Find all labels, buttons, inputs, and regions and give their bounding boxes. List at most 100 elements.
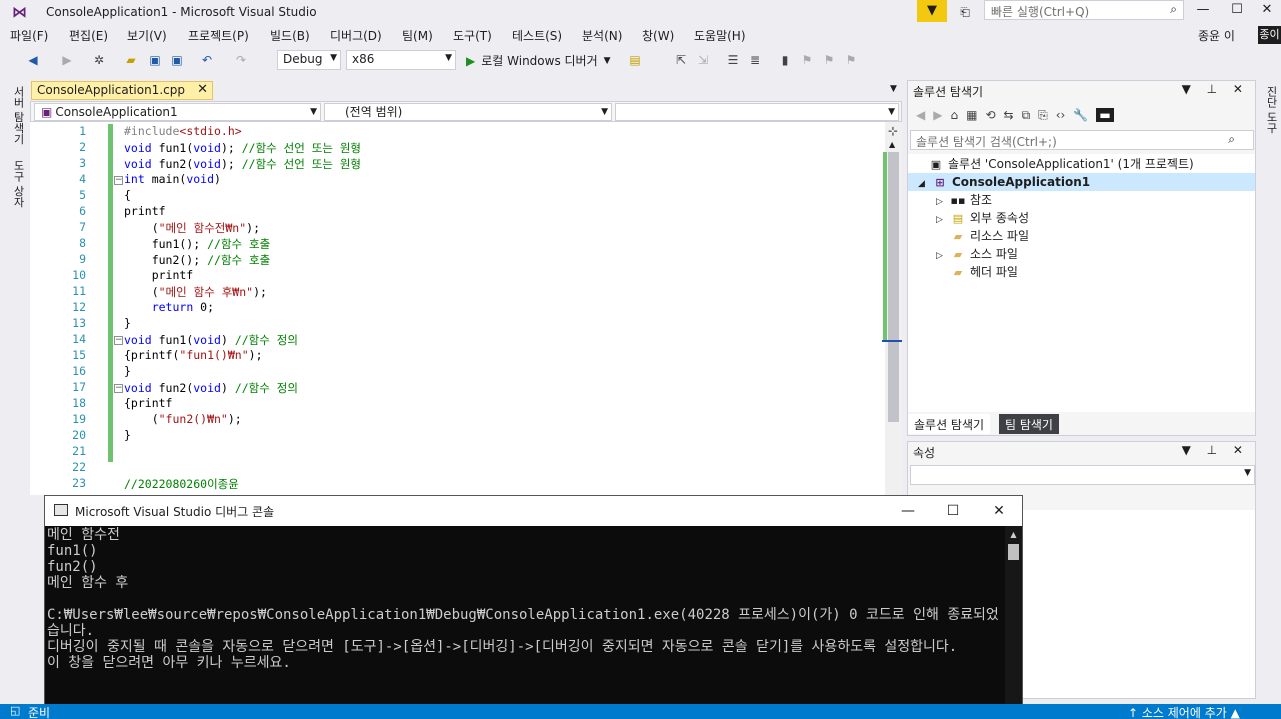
view-code-icon[interactable]: ‹› <box>1056 108 1066 122</box>
scroll-up-icon[interactable]: ▲ <box>889 140 895 149</box>
menu-analyze[interactable]: 분석(N) <box>582 27 622 44</box>
forward-icon[interactable]: ▶ <box>58 51 76 69</box>
step-over-icon[interactable]: ⇲ <box>694 51 712 69</box>
console-close-button[interactable]: ✕ <box>979 501 1019 521</box>
menu-file[interactable]: 파일(F) <box>10 27 48 44</box>
tree-item-header-files[interactable]: ▰ 헤더 파일 <box>936 263 1018 281</box>
tab-list-dropdown-icon[interactable]: ▼ <box>890 84 897 94</box>
scroll-up-icon[interactable]: ▲ <box>1005 526 1022 543</box>
close-tab-icon[interactable]: ✕ <box>197 82 208 97</box>
toolbox-tab[interactable]: 도구 상자 <box>8 156 26 212</box>
code-line: int main(void) <box>124 172 221 186</box>
line-number: 14 <box>72 332 86 346</box>
solution-platform-select[interactable]: x86 ▼ <box>346 50 456 70</box>
start-debugging-button[interactable]: ▶ 로컬 Windows 디버거 ▼ <box>466 52 611 69</box>
save-icon[interactable]: ▣ <box>146 51 164 69</box>
line-number: 5 <box>79 188 86 202</box>
split-editor-icon[interactable]: ⊹ <box>888 124 898 138</box>
quick-launch-input[interactable]: 빠른 실행(Ctrl+Q) ⌕ <box>984 0 1184 20</box>
user-account[interactable]: 종윤 이 <box>1198 27 1235 44</box>
collapse-icon[interactable]: − <box>114 336 123 345</box>
sync-icon[interactable]: ⇆ <box>1004 108 1014 122</box>
menu-window[interactable]: 창(W) <box>642 27 674 44</box>
redo-icon[interactable]: ↷ <box>232 51 250 69</box>
open-file-icon[interactable]: ▰ <box>122 51 140 69</box>
tab-solution-explorer[interactable]: 솔루션 탐색기 <box>908 414 991 434</box>
switch-views-icon[interactable]: ▦ <box>966 108 977 122</box>
tree-item-solution[interactable]: ▣ 솔루션 'ConsoleApplication1' (1개 프로젝트) <box>914 155 1194 173</box>
project-scope-select[interactable]: ▣ ConsoleApplication1 ▼ <box>34 103 321 121</box>
code-line: ("메인 함수전₩n"); <box>124 221 261 235</box>
collapse-icon[interactable]: − <box>114 384 123 393</box>
menu-team[interactable]: 팀(M) <box>402 27 433 44</box>
properties-icon[interactable]: 🔧 <box>1073 108 1088 122</box>
tree-item-external-dependencies[interactable]: ▷ ▤ 외부 종속성 <box>936 209 1029 227</box>
browser-link-icon[interactable]: ▤ <box>626 51 644 69</box>
line-number: 20 <box>72 428 86 442</box>
menu-test[interactable]: 테스트(S) <box>512 27 562 44</box>
tree-item-project[interactable]: ◢ ⊞ ConsoleApplication1 <box>908 173 1255 191</box>
save-all-icon[interactable]: ▣ <box>168 51 186 69</box>
tab-consoleapplication1-cpp[interactable]: ConsoleApplication1.cpp ✕ <box>31 81 213 100</box>
pending-changes-icon[interactable]: ⟲ <box>985 108 995 122</box>
code-line: return 0; <box>151 300 215 314</box>
collapse-icon[interactable]: − <box>114 176 123 185</box>
menu-edit[interactable]: 편집(E) <box>69 27 108 44</box>
home-icon[interactable]: ⌂ <box>950 108 958 122</box>
tree-item-source-files[interactable]: ▷ ▰ 소스 파일 <box>936 245 1018 263</box>
solution-explorer-title: 솔루션 탐색기 <box>913 85 984 99</box>
notification-filter-icon[interactable]: ▼ <box>917 0 947 22</box>
console-maximize-button[interactable]: ☐ <box>933 501 973 521</box>
line-number: 19 <box>72 412 86 426</box>
forward-icon[interactable]: ▶ <box>933 108 942 122</box>
back-icon[interactable]: ◀ <box>916 108 925 122</box>
menu-help[interactable]: 도움말(H) <box>694 27 746 44</box>
indent-icon[interactable]: ☰ <box>724 51 742 69</box>
code-editor[interactable]: 1 2 3 4 5 6 7 8 9 10 11 12 13 14 15 16 1… <box>30 122 902 495</box>
diagnostic-tools-tab[interactable]: 진단 도구 <box>1261 82 1279 138</box>
line-number: 2 <box>79 140 86 154</box>
console-minimize-button[interactable]: — <box>888 501 928 521</box>
panel-controls[interactable]: ▼ ⊥ ✕ <box>1182 82 1249 96</box>
properties-object-select[interactable]: ▼ <box>910 465 1255 485</box>
show-all-files-icon[interactable]: ⎘ <box>1038 108 1048 123</box>
close-button[interactable]: ✕ <box>1252 0 1281 22</box>
prev-bookmark-icon[interactable]: ⚑ <box>798 51 816 69</box>
next-bookmark-icon[interactable]: ⚑ <box>820 51 838 69</box>
menu-build[interactable]: 빌드(B) <box>270 27 310 44</box>
panel-controls[interactable]: ▼ ⊥ ✕ <box>1182 443 1249 457</box>
solution-configuration-select[interactable]: Debug ▼ <box>277 50 341 70</box>
user-avatar[interactable]: 종이 <box>1258 26 1281 44</box>
editor-scrollbar-thumb[interactable] <box>888 152 899 422</box>
tab-team-explorer[interactable]: 팀 탐색기 <box>999 414 1059 434</box>
menu-view[interactable]: 보기(V) <box>127 27 167 44</box>
member-scope-select[interactable]: ▼ <box>615 103 899 121</box>
comment-icon[interactable]: ≣ <box>746 51 764 69</box>
back-icon[interactable]: ◀ <box>24 51 42 69</box>
preview-icon[interactable]: ▬ <box>1096 108 1114 122</box>
collapse-all-icon[interactable]: ⧉ <box>1022 108 1031 123</box>
expanded-arrow-icon[interactable]: ◢ <box>918 175 932 193</box>
line-number: 15 <box>72 348 86 362</box>
bookmark-icon[interactable]: ▮ <box>776 51 794 69</box>
tree-item-references[interactable]: ▷ ▪▪ 참조 <box>936 191 992 209</box>
menu-project[interactable]: 프로젝트(P) <box>188 27 249 44</box>
console-scrollbar[interactable]: ▲ <box>1005 526 1022 718</box>
maximize-button[interactable]: ☐ <box>1222 0 1252 22</box>
line-number: 1 <box>79 124 86 138</box>
step-icon[interactable]: ⇱ <box>672 51 690 69</box>
server-explorer-tab[interactable]: 서버 탐색기 <box>8 82 26 148</box>
clear-bookmarks-icon[interactable]: ⚑ <box>842 51 860 69</box>
console-scrollbar-thumb[interactable] <box>1008 544 1019 560</box>
tree-item-resource-files[interactable]: ▰ 리소스 파일 <box>936 227 1029 245</box>
menu-tools[interactable]: 도구(T) <box>453 27 492 44</box>
feedback-icon[interactable]: ⎗ <box>955 2 975 22</box>
debug-console-window[interactable]: Microsoft Visual Studio 디버그 콘솔 — ☐ ✕ 메인 … <box>44 495 1023 719</box>
new-project-icon[interactable]: ✲ <box>90 51 108 69</box>
add-to-source-control-button[interactable]: ↑ 소스 제어에 추가 ▲ <box>1128 704 1240 719</box>
menu-debug[interactable]: 디버그(D) <box>330 27 382 44</box>
solution-explorer-search-input[interactable]: 솔루션 탐색기 검색(Ctrl+;) ⌕ <box>910 130 1254 150</box>
global-scope-select[interactable]: (전역 범위) ▼ <box>324 103 612 121</box>
undo-icon[interactable]: ↶ <box>198 51 216 69</box>
minimize-button[interactable]: — <box>1188 0 1218 22</box>
